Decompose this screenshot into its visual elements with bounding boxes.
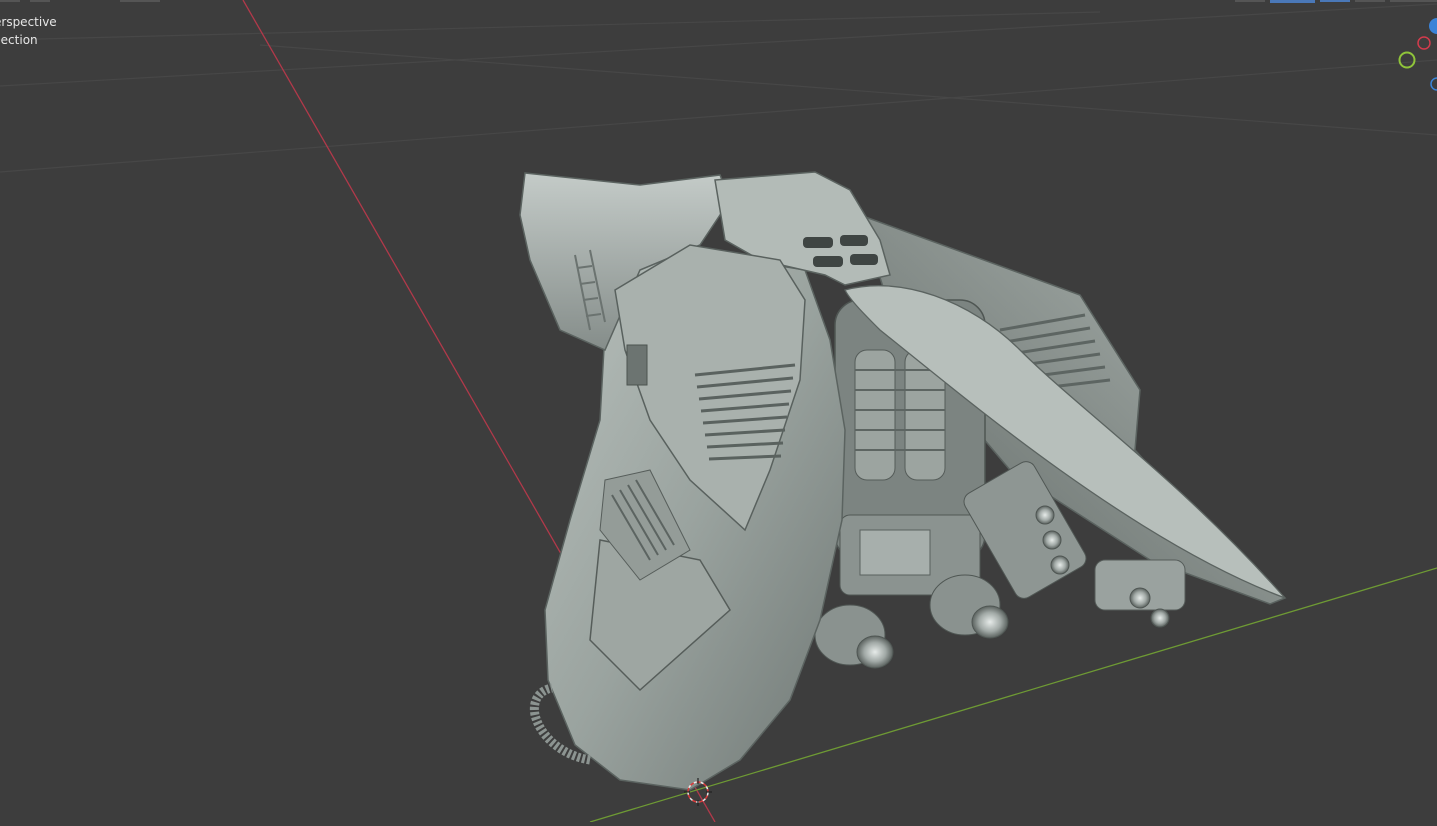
viewport-info-overlay: erspective llection — [0, 13, 57, 49]
view-label: erspective — [0, 13, 57, 31]
gizmo-y-axis[interactable] — [1400, 53, 1415, 68]
armor-window — [627, 345, 647, 385]
gizmo-z-negative[interactable] — [1431, 78, 1437, 90]
gizmo-z-axis[interactable] — [1429, 18, 1437, 34]
collection-label: llection — [0, 31, 57, 49]
viewport-canvas[interactable] — [0, 0, 1437, 822]
floor-grid — [0, 4, 1437, 172]
spaceship-model[interactable] — [520, 172, 1285, 790]
navigation-gizmo[interactable] — [1400, 18, 1437, 90]
gizmo-x-negative[interactable] — [1418, 37, 1430, 49]
header-edge — [0, 0, 1437, 3]
3d-viewport[interactable]: erspective llection — [0, 0, 1437, 822]
